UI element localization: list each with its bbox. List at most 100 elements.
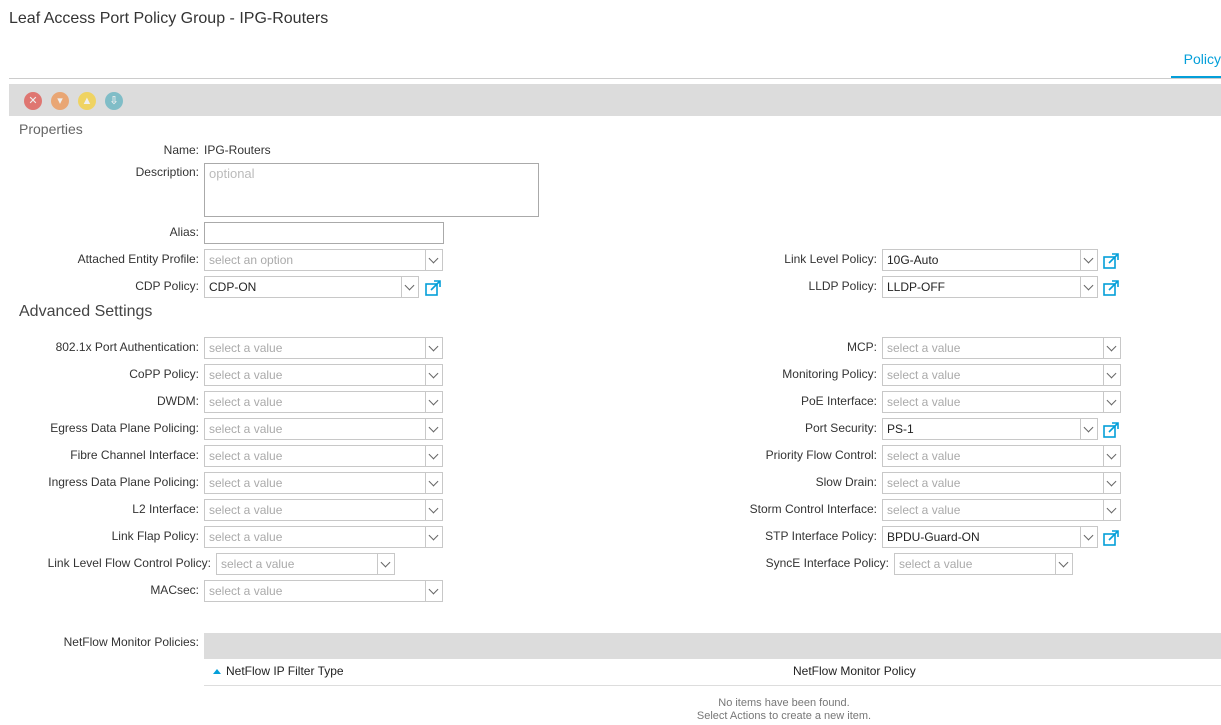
adv-left-select[interactable]: select a value — [204, 526, 443, 548]
select-placeholder: select a value — [887, 341, 961, 355]
lldp-select[interactable]: LLDP-OFF — [882, 276, 1098, 298]
name-value: IPG-Routers — [204, 143, 271, 157]
adv-left-label: Fibre Channel Interface: — [70, 448, 199, 462]
adv-left-label: L2 Interface: — [132, 502, 199, 516]
chevron-down-icon[interactable] — [425, 581, 442, 601]
chevron-down-icon[interactable] — [1055, 554, 1072, 574]
warning-fault-icon[interactable]: ⇩ — [105, 92, 123, 110]
chevron-down-icon[interactable] — [425, 446, 442, 466]
adv-right-select[interactable]: select a value — [894, 553, 1073, 575]
adv-right-label: STP Interface Policy: — [765, 529, 877, 543]
adv-right-select[interactable]: select a value — [882, 445, 1121, 467]
chevron-down-icon[interactable] — [1080, 419, 1097, 439]
adv-left-select[interactable]: select a value — [204, 472, 443, 494]
empty-hint: Select Actions to create a new item. — [696, 710, 872, 722]
chevron-down-icon[interactable] — [425, 419, 442, 439]
aep-select[interactable]: select an option — [204, 249, 443, 271]
adv-left-select[interactable]: select a value — [204, 418, 443, 440]
empty-message: No items have been found. — [718, 697, 850, 709]
cdp-select-value: CDP-ON — [209, 280, 257, 294]
cdp-select[interactable]: CDP-ON — [204, 276, 419, 298]
tab-policy[interactable]: Policy — [1170, 51, 1221, 79]
advanced-section-title: Advanced Settings — [19, 303, 153, 320]
adv-right-select[interactable]: select a value — [882, 472, 1121, 494]
open-policy-icon[interactable] — [1103, 253, 1119, 269]
chevron-down-icon[interactable] — [1080, 277, 1097, 297]
cdp-label: CDP Policy: — [135, 279, 199, 293]
sort-ascending-icon[interactable] — [213, 669, 221, 674]
port-security-select[interactable]: PS-1 — [882, 418, 1098, 440]
open-policy-icon[interactable] — [1103, 530, 1119, 546]
select-placeholder: select a value — [887, 503, 961, 517]
chevron-down-icon[interactable] — [1103, 338, 1120, 358]
adv-right-select[interactable]: select a value — [882, 499, 1121, 521]
chevron-down-icon[interactable] — [425, 500, 442, 520]
critical-fault-icon[interactable]: ✕ — [24, 92, 42, 110]
select-placeholder: select a value — [887, 476, 961, 490]
select-value: BPDU-Guard-ON — [887, 530, 980, 544]
adv-left-label: Egress Data Plane Policing: — [50, 421, 199, 435]
adv-right-label: Slow Drain: — [815, 475, 877, 489]
adv-left-label: DWDM: — [157, 394, 199, 408]
adv-left-label: MACsec: — [150, 583, 199, 597]
adv-left-select[interactable]: select a value — [204, 337, 443, 359]
select-placeholder: select a value — [209, 341, 283, 355]
chevron-down-icon[interactable] — [1103, 473, 1120, 493]
description-field[interactable]: optional — [204, 163, 539, 217]
chevron-down-icon[interactable] — [425, 338, 442, 358]
adv-right-label: MCP: — [847, 340, 877, 354]
stp-interface-select[interactable]: BPDU-Guard-ON — [882, 526, 1098, 548]
open-policy-icon[interactable] — [1103, 422, 1119, 438]
adv-right-select[interactable]: select a value — [882, 337, 1121, 359]
properties-section-title: Properties — [19, 121, 83, 137]
adv-left-select[interactable]: select a value — [204, 499, 443, 521]
chevron-down-icon[interactable] — [1103, 392, 1120, 412]
minor-fault-icon[interactable]: ▲ — [78, 92, 96, 110]
select-placeholder: select a value — [887, 395, 961, 409]
chevron-down-icon[interactable] — [425, 365, 442, 385]
select-placeholder: select a value — [209, 584, 283, 598]
adv-right-label: Monitoring Policy: — [782, 367, 877, 381]
chevron-down-icon[interactable] — [425, 250, 442, 270]
chevron-down-icon[interactable] — [425, 473, 442, 493]
chevron-down-icon[interactable] — [425, 527, 442, 547]
adv-left-select[interactable]: select a value — [204, 445, 443, 467]
netflow-col-monitor-policy[interactable]: NetFlow Monitor Policy — [793, 664, 916, 678]
select-placeholder: select a value — [209, 449, 283, 463]
link-level-select-value: 10G-Auto — [887, 253, 939, 267]
alias-input[interactable] — [204, 222, 444, 244]
select-placeholder: select a value — [887, 368, 961, 382]
select-placeholder: select a value — [209, 503, 283, 517]
page-title: Leaf Access Port Policy Group - IPG-Rout… — [9, 10, 329, 27]
adv-left-select[interactable]: select a value — [216, 553, 395, 575]
chevron-down-icon[interactable] — [1080, 527, 1097, 547]
aep-select-value: select an option — [209, 253, 294, 267]
adv-left-select[interactable]: select a value — [204, 391, 443, 413]
select-placeholder: select a value — [899, 557, 973, 571]
description-label: Description: — [135, 165, 199, 179]
netflow-col-filter-type[interactable]: NetFlow IP Filter Type — [226, 664, 344, 678]
chevron-down-icon[interactable] — [1080, 250, 1097, 270]
chevron-down-icon[interactable] — [425, 392, 442, 412]
select-placeholder: select a value — [209, 368, 283, 382]
netflow-table-header: NetFlow IP Filter Type NetFlow Monitor P… — [204, 659, 1221, 686]
link-level-select[interactable]: 10G-Auto — [882, 249, 1098, 271]
adv-right-select[interactable]: select a value — [882, 391, 1121, 413]
major-fault-icon[interactable]: ▾ — [51, 92, 69, 110]
chevron-down-icon[interactable] — [1103, 365, 1120, 385]
adv-left-label: CoPP Policy: — [129, 367, 199, 381]
open-policy-icon[interactable] — [425, 280, 441, 296]
chevron-down-icon[interactable] — [1103, 446, 1120, 466]
adv-left-select[interactable]: select a value — [204, 364, 443, 386]
open-policy-icon[interactable] — [1103, 280, 1119, 296]
select-placeholder: select a value — [209, 422, 283, 436]
chevron-down-icon[interactable] — [1103, 500, 1120, 520]
adv-left-select[interactable]: select a value — [204, 580, 443, 602]
adv-right-select[interactable]: select a value — [882, 364, 1121, 386]
alias-label: Alias: — [169, 225, 199, 239]
chevron-down-icon[interactable] — [377, 554, 394, 574]
chevron-down-icon[interactable] — [401, 277, 418, 297]
adv-left-label: Ingress Data Plane Policing: — [48, 475, 199, 489]
adv-right-label: PoE Interface: — [800, 394, 877, 408]
select-placeholder: select a value — [209, 476, 283, 490]
